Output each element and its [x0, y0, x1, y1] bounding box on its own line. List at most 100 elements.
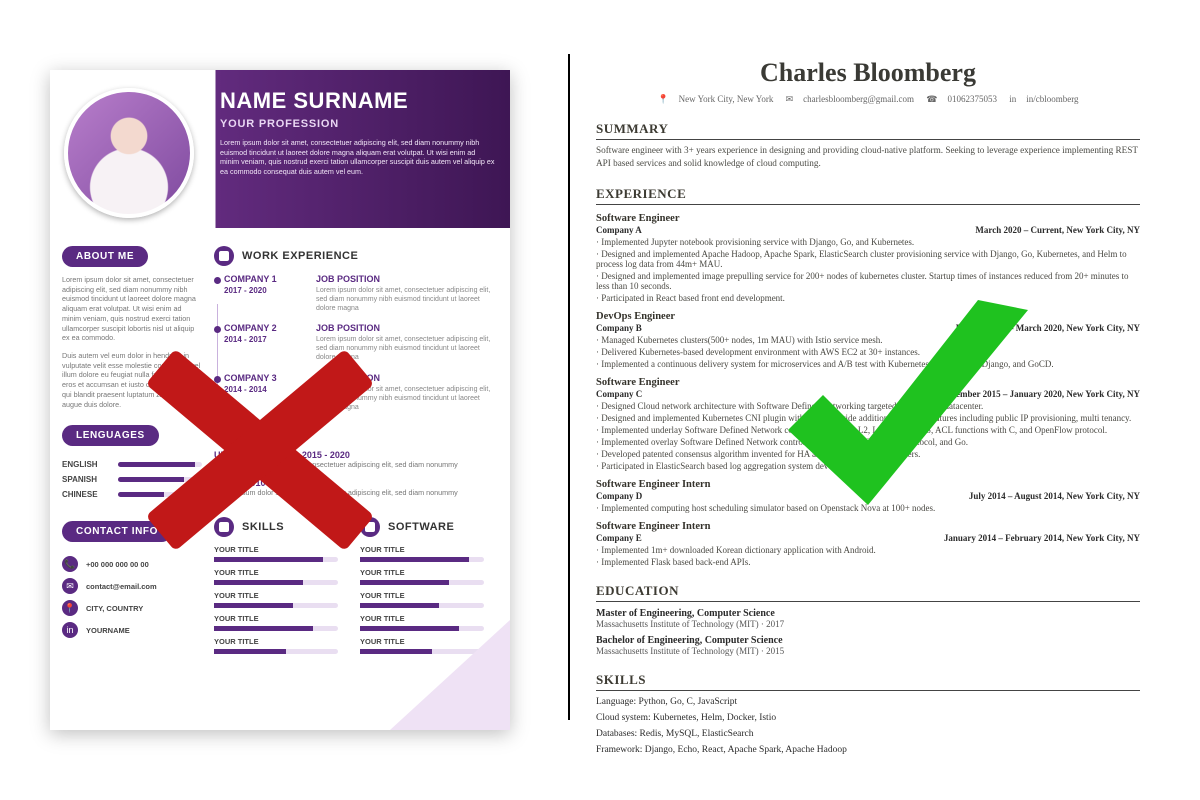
- education-list-plain: Master of Engineering, Computer ScienceM…: [596, 608, 1140, 656]
- skill-label: YOUR TITLE: [360, 545, 498, 554]
- language-label: ENGLISH: [62, 460, 110, 469]
- contact-text: CITY, COUNTRY: [86, 604, 143, 613]
- gear-icon: [360, 517, 380, 537]
- experience-entry: Software Engineer InternCompany EJanuary…: [596, 521, 1140, 567]
- bullet: Implemented overlay Software Defined Net…: [596, 437, 1140, 447]
- skill-row: YOUR TITLE: [214, 614, 352, 631]
- contact-text: contact@email.com: [86, 582, 157, 591]
- plain-resume-name: Charles Bloomberg: [596, 58, 1140, 88]
- education-title: EDUCATION: [242, 426, 311, 438]
- company-name: Company C: [596, 389, 642, 399]
- degree: Bachelor of Engineering, Computer Scienc…: [596, 635, 1140, 646]
- bullet: Implemented a continuous delivery system…: [596, 359, 1140, 369]
- skill-bar: [360, 557, 484, 562]
- dates-location: March 2020 – Current, New York City, NY: [975, 225, 1140, 235]
- contact-info-pill: CONTACT INFO: [62, 521, 172, 542]
- contact-icon: in: [62, 622, 78, 638]
- skill-row: YOUR TITLE: [360, 568, 498, 585]
- bullet: Managed Kubernetes clusters(500+ nodes, …: [596, 335, 1140, 345]
- language-row: CHINESE: [62, 490, 202, 499]
- language-row: ENGLISH: [62, 460, 202, 469]
- header-blurb: Lorem ipsum dolor sit amet, consectetuer…: [220, 138, 496, 177]
- skill-row: YOUR TITLE: [360, 545, 498, 562]
- role-title: DevOps Engineer: [596, 311, 1140, 322]
- map-pin-icon: 📍: [657, 94, 668, 104]
- job-entry: COMPANY 12017 - 2020JOB POSITIONLorem ip…: [214, 274, 498, 313]
- job-desc: Lorem ipsum dolor sit amet, consectetuer…: [316, 385, 498, 412]
- edu-desc: Lorem ipsum dolor sit amet, consectetuer…: [214, 488, 498, 498]
- language-bar: [118, 477, 202, 482]
- skill-bar: [214, 557, 338, 562]
- bullet: Delivered Kubernetes-based development e…: [596, 347, 1140, 357]
- skill-bar: [360, 580, 484, 585]
- skill-label: YOUR TITLE: [214, 614, 352, 623]
- job-dates: 2017 - 2020: [224, 286, 308, 295]
- degree: Master of Engineering, Computer Science: [596, 608, 1140, 619]
- skills-head: SKILLS: [214, 517, 352, 537]
- edu-entry: UNIVERSITY NAME 2015 - 2020Lorem ipsum d…: [214, 450, 498, 470]
- summary-text: Software engineer with 3+ years experien…: [596, 144, 1140, 170]
- school: Massachusetts Institute of Technology (M…: [596, 619, 1140, 629]
- role-title: Software Engineer: [596, 377, 1140, 388]
- header-text: NAME SURNAME YOUR PROFESSION Lorem ipsum…: [220, 88, 496, 177]
- skill-bar: [214, 626, 338, 631]
- role-title: Software Engineer Intern: [596, 479, 1140, 490]
- contact-text: +00 000 000 00 00: [86, 560, 149, 569]
- dates-location: December 2015 – January 2020, New York C…: [942, 389, 1140, 399]
- school: Massachusetts Institute of Technology (M…: [596, 646, 1140, 656]
- edu-desc: Lorem ipsum dolor sit amet, consectetuer…: [214, 460, 498, 470]
- job-position: JOB POSITION: [316, 323, 498, 333]
- school-name: UNIVERSITY NAME 2015 - 2020: [214, 450, 498, 460]
- phone-icon: ☎: [926, 94, 937, 104]
- skill-label: YOUR TITLE: [214, 637, 352, 646]
- contact-row: ✉contact@email.com: [62, 578, 202, 594]
- experience-entry: Software Engineer InternCompany DJuly 20…: [596, 479, 1140, 513]
- bullet: Designed and implemented Apache Hadoop, …: [596, 249, 1140, 269]
- briefcase-icon: [214, 246, 234, 266]
- left-column: ABOUT ME Lorem ipsum dolor sit amet, con…: [50, 228, 210, 730]
- job-desc: Lorem ipsum dolor sit amet, consectetuer…: [316, 335, 498, 362]
- skills-list-plain: Language: Python, Go, C, JavaScript Cloud…: [596, 697, 1140, 755]
- vertical-divider: [568, 54, 570, 720]
- skill-bar: [214, 603, 338, 608]
- contact-icon: 📍: [62, 600, 78, 616]
- edu-entry: NAME 2010 - 2015Lorem ipsum dolor sit am…: [214, 478, 498, 498]
- job-position: JOB POSITION: [316, 274, 498, 284]
- skill-line: Cloud system: Kubernetes, Helm, Docker, …: [596, 713, 1140, 723]
- email-text: charlesbloomberg@gmail.com: [803, 94, 914, 104]
- job-position: JOB POSITION: [316, 373, 498, 383]
- company-name: Company D: [596, 491, 642, 501]
- company-name: Company A: [596, 225, 642, 235]
- skills-title: SKILLS: [242, 521, 284, 533]
- software-title: SOFTWARE: [388, 521, 454, 533]
- fancy-resume: NAME SURNAME YOUR PROFESSION Lorem ipsum…: [50, 70, 510, 730]
- skill-label: YOUR TITLE: [360, 568, 498, 577]
- job-desc: Lorem ipsum dolor sit amet, consectetuer…: [316, 286, 498, 313]
- company-name: COMPANY 3: [224, 373, 308, 383]
- right-panel: Charles Bloomberg 📍 New York City, New Yo…: [578, 0, 1200, 800]
- education-entry: Bachelor of Engineering, Computer Scienc…: [596, 635, 1140, 656]
- about-text-1: Lorem ipsum dolor sit amet, consectetuer…: [62, 275, 202, 343]
- languages-list: ENGLISHSPANISHCHINESE: [62, 460, 202, 499]
- location-text: New York City, New York: [679, 94, 774, 104]
- corner-triangle: [390, 620, 510, 730]
- language-bar: [118, 462, 202, 467]
- skill-bar: [214, 649, 338, 654]
- bullet: Developed patented consensus algorithm i…: [596, 449, 1140, 459]
- skill-row: YOUR TITLE: [214, 591, 352, 608]
- experience-entry: DevOps EngineerCompany B January 2020 – M…: [596, 311, 1140, 369]
- skill-line: Language: Python, Go, C, JavaScript: [596, 697, 1140, 707]
- company-name: Company E: [596, 533, 642, 543]
- dates-location: January 2020 – March 2020, New York City…: [955, 323, 1141, 333]
- skill-row: YOUR TITLE: [214, 568, 352, 585]
- skills-list: YOUR TITLE YOUR TITLE YOUR TITLE YOUR TITLE…: [214, 545, 352, 654]
- role-title: Software Engineer Intern: [596, 521, 1140, 532]
- company-name: Company B: [596, 323, 642, 333]
- graduation-icon: [214, 422, 234, 442]
- bullet: Implemented computing host scheduling si…: [596, 503, 1140, 513]
- linkedin-icon: in: [1009, 94, 1016, 104]
- plain-contacts: 📍New York City, New York ✉charlesbloombe…: [596, 94, 1140, 105]
- language-bar: [118, 492, 202, 497]
- bullet: Designed and implemented Kubernetes CNI …: [596, 413, 1140, 423]
- language-label: CHINESE: [62, 490, 110, 499]
